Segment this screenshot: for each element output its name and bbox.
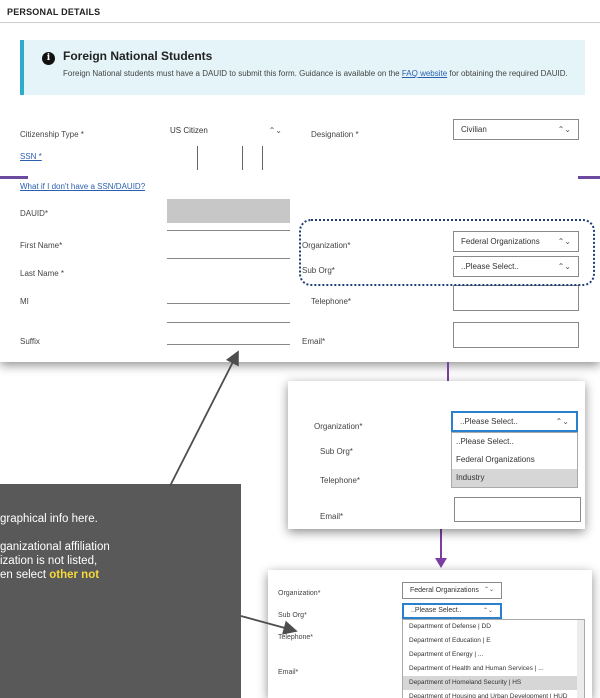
citizenship-type-value: US Citizen [170,126,208,135]
email-label: Email* [278,669,299,676]
dropdown-option-selected[interactable]: Industry [452,469,577,487]
dropdown-option[interactable]: Department of Health and Human Services … [403,662,584,676]
sub-org-label: Sub Org* [278,612,307,619]
email-label: Email* [302,337,326,346]
connector-line [447,362,449,381]
designation-label: Designation * [311,130,359,139]
select-arrows-icon: ⌃⌄ [557,125,571,134]
organization-options-list: ..Please Select.. Federal Organizations … [451,432,578,488]
organization-label: Organization* [314,422,363,431]
notice-text: Foreign National students must have a DA… [63,69,402,78]
callout-text: en select [0,569,50,581]
ssn-dauid-help-link[interactable]: What if I don't have a SSN/DAUID? [20,182,145,191]
sub-org-label: Sub Org* [320,447,353,456]
dropdown-option-selected[interactable]: Department of Homeland Security | HS [403,676,584,690]
citizenship-type-select[interactable]: US Citizen ⌃⌄ [162,120,290,141]
telephone-input[interactable] [453,285,579,311]
organization-label: Organization* [278,590,321,597]
mi-input[interactable] [167,303,290,304]
ssn-input-part-2[interactable] [244,146,260,170]
mi-input-underline [167,322,290,323]
suffix-input[interactable] [167,344,290,345]
info-icon: i [42,52,55,65]
select-arrows-icon: ⌃⌄ [483,587,494,593]
telephone-label: Telephone* [320,476,361,485]
connector-line [578,176,600,179]
designation-value: Civilian [461,125,487,134]
ssn-label: SSN * [20,152,42,161]
last-name-label: Last Name * [20,269,65,278]
dropdown-option[interactable]: Department of Housing and Urban Developm… [403,690,584,698]
email-label: Email* [320,512,344,521]
callout-line: ization is not listed, [0,555,98,567]
last-name-input[interactable] [167,258,290,259]
dropdown-option[interactable]: Federal Organizations [452,451,577,469]
sub-org-options-list: Department of Defense | DD Department of… [402,619,585,698]
ssn-segment-divider [242,146,243,170]
telephone-label: Telephone* [278,634,314,641]
title-divider [0,22,600,23]
sub-org-dropdown-panel: Organization* Federal Organizations ⌃⌄ S… [268,570,592,698]
personal-details-form: PERSONAL DETAILS i Foreign National Stud… [0,0,600,362]
first-name-input[interactable] [167,230,290,231]
telephone-label: Telephone* [311,297,352,306]
email-input[interactable] [453,322,579,348]
callout-line: en select other not [0,568,231,582]
organization-highlight-outline [299,219,595,286]
sub-org-value: ..Please Select.. [411,607,462,614]
organization-select[interactable]: ..Please Select.. ⌃⌄ [451,411,578,432]
email-input[interactable] [454,497,581,522]
callout-highlight: other not [49,569,100,581]
first-name-label: First Name* [20,241,63,250]
foreign-national-notice: i Foreign National Students Foreign Nati… [20,40,585,95]
dropdown-scrollbar[interactable] [577,620,584,698]
suffix-label: Suffix [20,337,40,346]
organization-value: Federal Organizations [410,587,479,594]
sub-org-select[interactable]: ..Please Select.. ⌃⌄ [402,603,502,619]
organization-value: ..Please Select.. [460,417,518,426]
mi-label: MI [20,297,29,306]
dropdown-option[interactable]: Department of Energy | ... [403,648,584,662]
notice-body: Foreign National students must have a DA… [63,67,578,81]
section-title: PERSONAL DETAILS [7,7,101,17]
callout-line: ganizational affiliation [0,541,110,553]
select-arrows-icon: ⌃⌄ [268,126,282,135]
faq-website-link[interactable]: FAQ website [402,69,447,78]
dropdown-option[interactable]: ..Please Select.. [452,433,577,451]
organization-select[interactable]: Federal Organizations ⌃⌄ [402,582,502,599]
connector-line [440,529,442,559]
dropdown-option[interactable]: Department of Defense | DD [403,620,584,634]
ssn-segment-divider [262,146,263,170]
notice-title: Foreign National Students [63,49,213,63]
dauid-input[interactable] [167,199,290,223]
instruction-callout: graphical info here. ganizational affili… [0,484,241,698]
select-arrows-icon: ⌃⌄ [482,608,493,614]
connector-line [0,176,28,179]
dropdown-option[interactable]: Department of Education | E [403,634,584,648]
ssn-input-part-1[interactable] [200,146,240,170]
organization-dropdown-panel: Organization* ..Please Select.. ⌃⌄ ..Ple… [288,381,585,529]
notice-text-end: for obtaining the required DAUID. [447,69,568,78]
arrow-down-icon [435,558,447,568]
callout-line: graphical info here. [0,513,98,525]
designation-select[interactable]: Civilian ⌃⌄ [453,119,579,140]
ssn-segment-divider [197,146,198,170]
select-arrows-icon: ⌃⌄ [555,417,569,426]
citizenship-type-label: Citizenship Type * [20,130,84,139]
pointer-arrow-to-suffix [169,350,239,487]
dauid-label: DAUID* [20,209,49,218]
